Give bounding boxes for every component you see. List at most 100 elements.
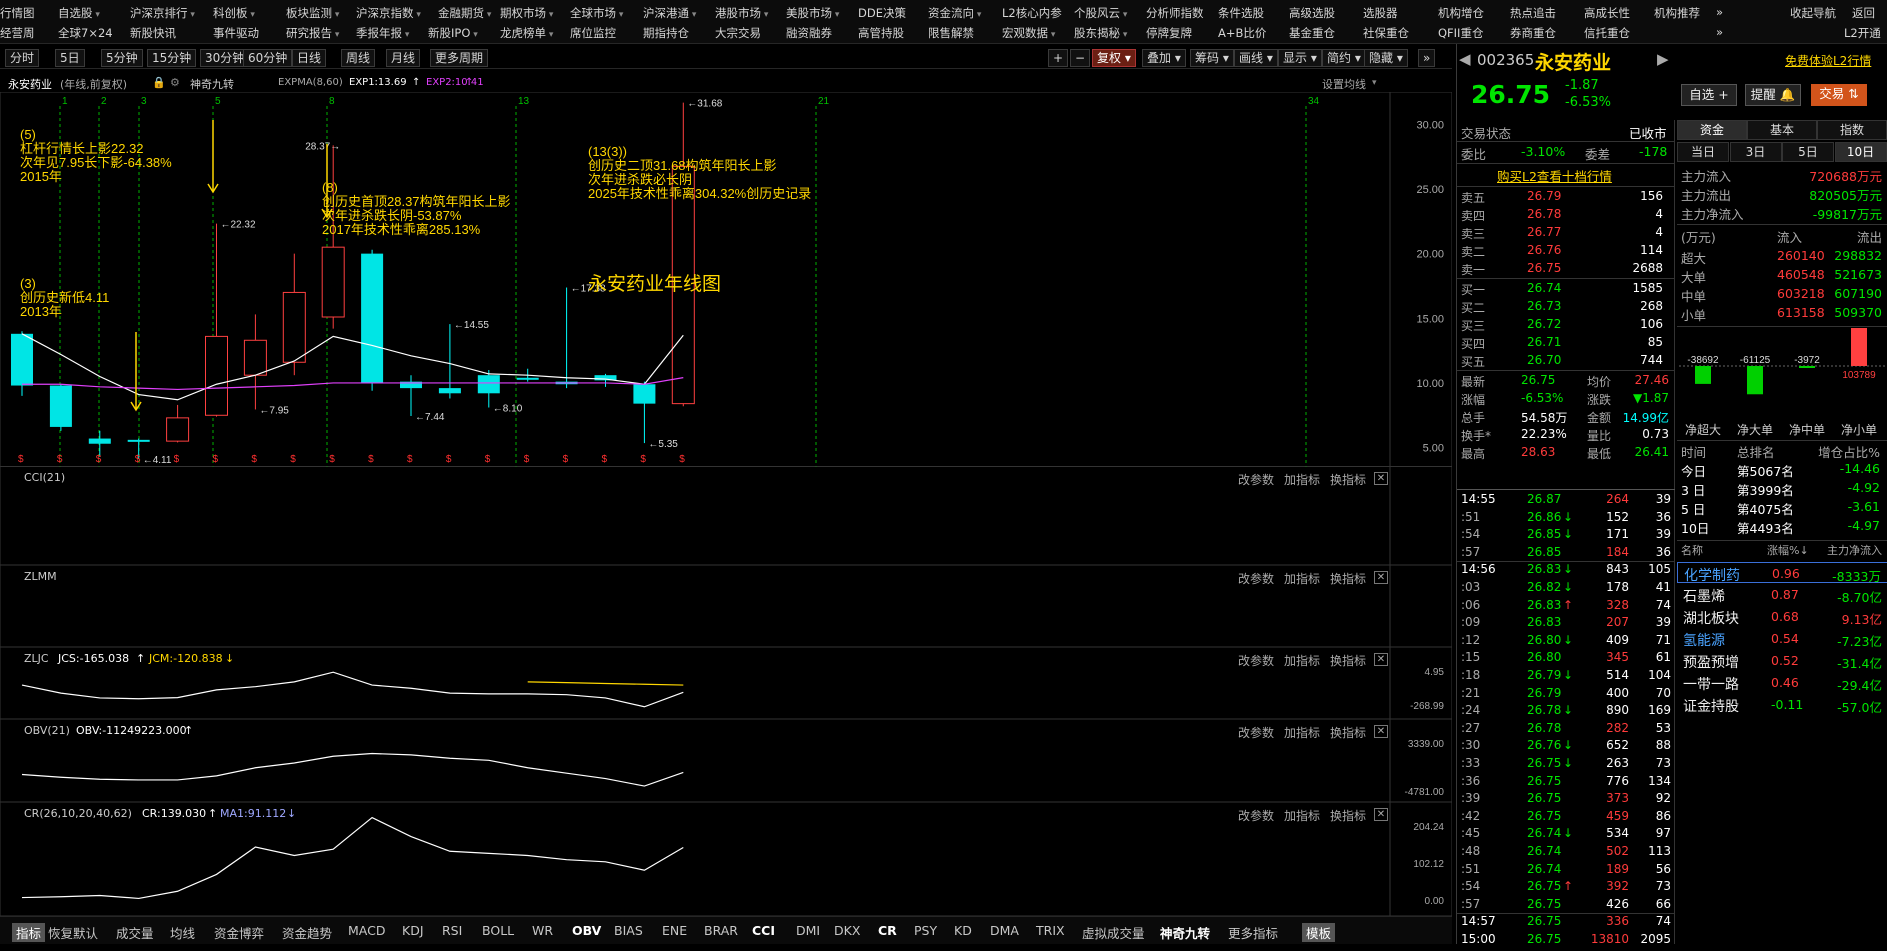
indicator-tab-1[interactable]: 指标 [12,923,46,942]
menu-item-15[interactable]: L2核心内参 [1002,5,1062,21]
indicator-tab-19[interactable]: CR [878,923,897,938]
indicator-tab-27[interactable]: 模板 [1302,923,1336,942]
chevron-down-icon[interactable]: ▾ [1372,78,1377,88]
indicator-tab-13[interactable]: BIAS [614,923,643,938]
menu-item-6[interactable]: 沪深京指数 [356,5,421,21]
menu-item-2[interactable]: 自选股 [58,5,100,21]
indicator-tab-16[interactable]: CCI [752,923,775,938]
period-2-button[interactable]: 5日 [55,49,85,67]
indicator-tab-26[interactable]: 更多指标 [1228,923,1278,942]
menu-item-18[interactable]: 条件选股 [1218,5,1264,21]
sector-row[interactable]: 化学制药 0.96 -8333万 [1677,562,1887,584]
menu-item-20[interactable]: 社保重仓 [1363,25,1409,41]
indicator-tab-21[interactable]: KD [954,923,972,938]
toolbar-2-button[interactable]: − [1070,49,1091,67]
period-tab-1[interactable]: 当日 [1677,142,1729,162]
tick-list[interactable]: 14:55 26.87 264 39:51 26.86 ↓ 152 36:54 26.85 ↓ 17… [1457,491,1675,951]
menu-item-7[interactable]: 新股IPO [428,25,478,41]
indicator-tab-11[interactable]: WR [532,923,553,938]
menu-item-4[interactable]: 事件驱动 [213,25,259,41]
menu-item-16[interactable]: 股东揭秘 [1074,25,1127,41]
toolbar-4-button[interactable]: 叠加 ▾ [1142,49,1186,67]
indicator-tab-3[interactable]: 成交量 [116,923,154,942]
menu-item-25[interactable]: L2开通 [1844,25,1881,41]
menu-item-19[interactable]: 基金重仓 [1289,25,1335,41]
toolbar-8-button[interactable]: 简约 ▾ [1322,49,1366,67]
indicator-tab-20[interactable]: PSY [914,923,937,938]
menu-item-5[interactable]: 研究报告 [286,25,339,41]
menu-item-10[interactable]: 沪深港通 [643,5,696,21]
buy-l2-link[interactable]: 购买L2查看十档行情 [1497,166,1612,185]
indicator-tab-14[interactable]: ENE [662,923,687,938]
menu-item-5[interactable]: 板块监测 [286,5,339,21]
menu-item-23[interactable]: 高成长性 [1584,5,1630,21]
period-6-button[interactable]: 60分钟 [243,49,293,67]
menu-item-21[interactable]: 机构增仓 [1438,5,1484,21]
menu-item-3[interactable]: 新股快讯 [130,25,176,41]
indicator-tab-23[interactable]: TRIX [1036,923,1065,938]
indicator-tab-22[interactable]: DMA [990,923,1019,938]
menu-item-3[interactable]: 沪深京排行 [130,5,195,21]
period-7-button[interactable]: 日线 [292,49,327,67]
indicator-tab-9[interactable]: RSI [442,923,462,938]
menu-item-24[interactable]: » [1716,25,1723,39]
fund-tab-1[interactable]: 资金 [1677,120,1747,140]
period-tab-3[interactable]: 5日 [1782,142,1834,162]
toolbar-1-button[interactable]: + [1048,49,1069,67]
order-book-row[interactable]: 买一 26.74 1585 [1457,280,1675,298]
sector-row[interactable]: 石墨烯 0.87 -8.70亿 [1677,584,1887,605]
menu-item-25[interactable]: » [1716,5,1723,19]
order-book-row[interactable]: 买五 26.70 744 [1457,352,1675,370]
indicator-tab-15[interactable]: BRAR [704,923,738,938]
menu-item-22[interactable]: 热点追击 [1510,5,1556,21]
menu-item-11[interactable]: 大宗交易 [715,25,761,41]
period-8-button[interactable]: 周线 [341,49,376,67]
indicator-tab-17[interactable]: DMI [796,923,820,938]
toolbar-10-button[interactable]: » [1418,49,1436,67]
toolbar-7-button[interactable]: 显示 ▾ [1278,49,1322,67]
menu-item-6[interactable]: 季报年报 [356,25,409,41]
menu-item-26[interactable]: 收起导航 [1790,5,1836,21]
menu-item-21[interactable]: QFII重仓 [1438,25,1483,41]
l2-trial-link[interactable]: 免费体验L2行情 [1785,52,1871,69]
toolbar-9-button[interactable]: 隐藏 ▾ [1364,49,1408,67]
indicator-tab-10[interactable]: BOLL [482,923,514,938]
period-10-button[interactable]: 更多周期 [430,49,489,67]
indicator-tab-7[interactable]: MACD [348,923,385,938]
period-4-button[interactable]: 15分钟 [147,49,197,67]
menu-item-12[interactable]: 美股市场 [786,5,839,21]
next-stock-icon[interactable]: ▶ [1657,50,1669,68]
order-book-row[interactable]: 卖四 26.78 4 [1457,206,1675,224]
menu-item-9[interactable]: 全球市场 [570,5,623,21]
menu-item-17[interactable]: 分析师指数 [1146,5,1204,21]
toolbar-3-button[interactable]: 复权 ▾ [1092,49,1136,67]
order-book-row[interactable]: 买二 26.73 268 [1457,298,1675,316]
trade-button[interactable]: 交易 ⇅ [1811,84,1867,106]
toolbar-6-button[interactable]: 画线 ▾ [1234,49,1278,67]
menu-item-9[interactable]: 席位监控 [570,25,616,41]
menu-item-8[interactable]: 龙虎榜单 [500,25,553,41]
indicator-tab-12[interactable]: OBV [572,923,601,938]
sector-row[interactable]: 一带一路 0.46 -29.4亿 [1677,672,1887,693]
order-book-row[interactable]: 卖一 26.75 2688 [1457,260,1675,278]
sector-row[interactable]: 湖北板块 0.68 9.13亿 [1677,606,1887,627]
lock-icon[interactable]: 🔒 [152,76,166,89]
menu-item-15[interactable]: 宏观数据 [1002,25,1055,41]
indicator-tab-24[interactable]: 虚拟成交量 [1082,923,1145,942]
toolbar-5-button[interactable]: 筹码 ▾ [1190,49,1234,67]
order-book-row[interactable]: 买三 26.72 106 [1457,316,1675,334]
alert-button[interactable]: 提醒 🔔 [1745,84,1801,106]
menu-item-22[interactable]: 券商重仓 [1510,25,1556,41]
indicator-tab-25[interactable]: 神奇九转 [1160,923,1210,942]
menu-item-11[interactable]: 港股市场 [715,5,768,21]
indicator-tab-8[interactable]: KDJ [402,923,424,938]
sector-row[interactable]: 氢能源 0.54 -7.23亿 [1677,628,1887,649]
fund-tab-2[interactable]: 基本 [1747,120,1817,140]
menu-item-7[interactable]: 金融期货 [438,5,491,21]
prev-stock-icon[interactable]: ◀ [1459,50,1471,68]
menu-item-20[interactable]: 选股器 [1363,5,1398,21]
period-1-button[interactable]: 分时 [5,49,40,67]
order-book-row[interactable]: 卖五 26.79 156 [1457,188,1675,206]
menu-item-17[interactable]: 停牌复牌 [1146,25,1192,41]
menu-item-10[interactable]: 期指持仓 [643,25,689,41]
